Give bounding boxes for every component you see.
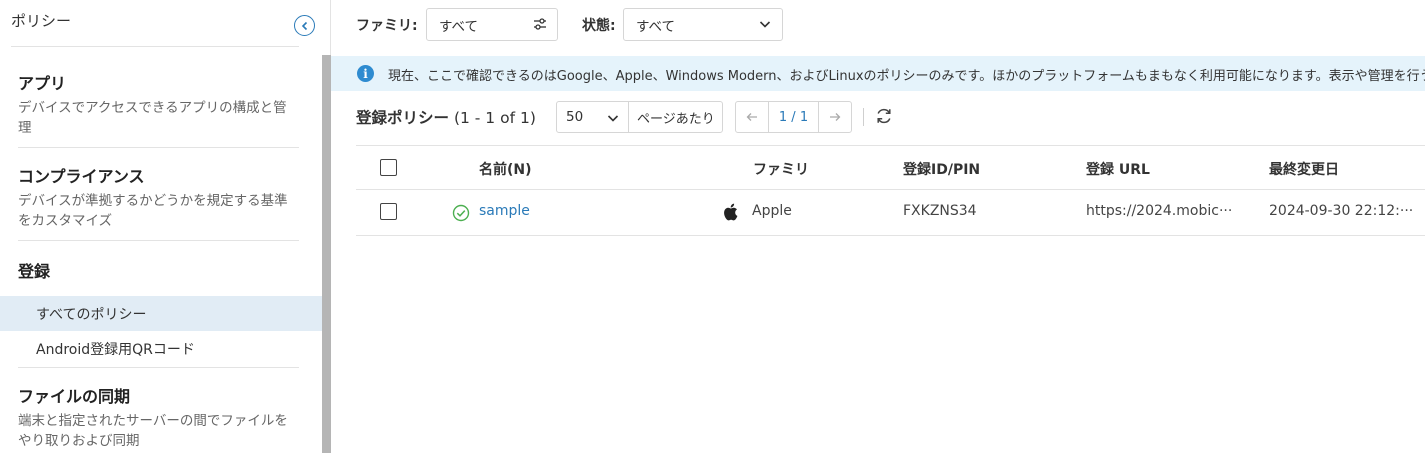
divider bbox=[18, 147, 299, 148]
nav-label: Android登録用QRコード bbox=[36, 341, 195, 358]
policy-url: https://2024.mobic··· bbox=[1086, 203, 1233, 219]
desc-line: やり取りおよび同期 bbox=[18, 433, 140, 449]
desc-line: デバイスが準拠するかどうかを規定する基準 bbox=[18, 193, 288, 209]
section-title: アプリ bbox=[18, 74, 67, 93]
sidebar-section-enrollment[interactable]: 登録 bbox=[18, 258, 300, 282]
nav-label: すべてのポリシー bbox=[36, 306, 147, 323]
next-page-button[interactable] bbox=[818, 102, 851, 132]
filter-sliders-icon bbox=[533, 17, 547, 35]
sidebar-item-all-policies[interactable]: すべてのポリシー bbox=[0, 296, 322, 331]
section-title: ファイルの同期 bbox=[18, 387, 131, 406]
family-filter-select[interactable]: すべて bbox=[426, 8, 558, 41]
family-filter-value: すべて bbox=[439, 18, 479, 35]
sidebar-section-file-sync[interactable]: ファイルの同期 端末と指定されたサーバーの間でファイルを やり取りおよび同期 bbox=[18, 383, 300, 451]
per-page-control: 50 ページあたり bbox=[556, 101, 723, 133]
desc-line: 端末と指定されたサーバーの間でファイルを bbox=[18, 413, 288, 429]
info-icon: i bbox=[357, 65, 374, 82]
list-title: 登録ポリシー (1 - 1 of 1) bbox=[356, 106, 536, 128]
chevron-left-icon bbox=[301, 21, 307, 30]
column-header-family[interactable]: ファミリ bbox=[753, 159, 809, 179]
status-ok-icon bbox=[452, 204, 470, 226]
divider bbox=[18, 367, 299, 368]
sidebar: ポリシー アプリ デバイスでアクセスできるアプリの構成と管 理 コンプライアンス… bbox=[0, 0, 331, 453]
list-toolbar: 登録ポリシー (1 - 1 of 1) 50 ページあたり 1 / 1 bbox=[331, 100, 1425, 133]
family-filter-label: ファミリ: bbox=[356, 18, 418, 34]
sidebar-item-android-qr[interactable]: Android登録用QRコード bbox=[0, 331, 322, 366]
chevron-down-icon bbox=[606, 111, 620, 129]
toolbar-separator bbox=[863, 108, 864, 126]
column-header-url[interactable]: 登録 URL bbox=[1086, 159, 1150, 179]
per-page-value: 50 bbox=[566, 109, 584, 125]
per-page-select[interactable]: 50 bbox=[557, 102, 629, 132]
section-title: コンプライアンス bbox=[18, 167, 145, 186]
prev-page-button[interactable] bbox=[736, 102, 769, 132]
filter-bar: ファミリ: すべて 状態: すべて bbox=[331, 0, 1425, 48]
state-filter-label: 状態: bbox=[582, 18, 616, 34]
arrow-right-icon bbox=[830, 113, 841, 121]
section-desc: 端末と指定されたサーバーの間でファイルを やり取りおよび同期 bbox=[18, 411, 300, 451]
chevron-down-icon bbox=[758, 17, 772, 35]
policy-modified: 2024-09-30 22:12:··· bbox=[1269, 203, 1414, 219]
desc-line: 理 bbox=[18, 120, 32, 136]
apple-icon bbox=[722, 203, 738, 225]
policy-name-link[interactable]: sample bbox=[479, 203, 530, 219]
divider bbox=[11, 46, 299, 47]
section-desc: デバイスが準拠するかどうかを規定する基準 をカスタマイズ bbox=[18, 191, 300, 231]
sidebar-section-compliance[interactable]: コンプライアンス デバイスが準拠するかどうかを規定する基準 をカスタマイズ bbox=[18, 163, 300, 231]
column-header-id-pin[interactable]: 登録ID/PIN bbox=[903, 159, 980, 179]
state-filter-value: すべて bbox=[636, 18, 676, 35]
page-indicator: 1 / 1 bbox=[778, 109, 809, 125]
policy-family: Apple bbox=[752, 203, 792, 219]
table-row[interactable]: sample Apple FXKZNS34 https://2024.mobic… bbox=[356, 190, 1425, 236]
column-header-modified[interactable]: 最終変更日 bbox=[1269, 159, 1339, 179]
desc-line: をカスタマイズ bbox=[18, 213, 113, 229]
sidebar-scrollbar[interactable] bbox=[322, 55, 331, 453]
table-header: 名前(N) ファミリ 登録ID/PIN 登録 URL 最終変更日 bbox=[356, 145, 1425, 190]
info-banner-text: 現在、ここで確認できるのはGoogle、Apple、Windows Modern… bbox=[388, 69, 1425, 84]
collapse-sidebar-button[interactable] bbox=[294, 15, 315, 36]
list-title-text: 登録ポリシー bbox=[356, 109, 450, 127]
pagination: 1 / 1 bbox=[735, 101, 852, 133]
refresh-button[interactable] bbox=[874, 106, 894, 130]
divider bbox=[18, 240, 299, 241]
section-title: 登録 bbox=[18, 262, 51, 281]
list-count: (1 - 1 of 1) bbox=[453, 109, 536, 127]
row-checkbox[interactable] bbox=[380, 203, 397, 220]
info-banner: i 現在、ここで確認できるのはGoogle、Apple、Windows Mode… bbox=[331, 56, 1425, 91]
section-desc: デバイスでアクセスできるアプリの構成と管 理 bbox=[18, 98, 300, 138]
policy-id-pin: FXKZNS34 bbox=[903, 203, 977, 219]
arrow-left-icon bbox=[746, 113, 757, 121]
refresh-icon bbox=[877, 108, 891, 124]
select-all-checkbox[interactable] bbox=[380, 159, 397, 176]
main-content: ファミリ: すべて 状態: すべて i 現在、ここで確認できるのはGoogle、… bbox=[331, 0, 1425, 453]
desc-line: デバイスでアクセスできるアプリの構成と管 bbox=[18, 100, 287, 116]
per-page-label: ページあたり bbox=[637, 111, 715, 127]
column-header-name[interactable]: 名前(N) bbox=[479, 159, 532, 179]
sidebar-title: ポリシー bbox=[11, 12, 72, 30]
sidebar-section-apps[interactable]: アプリ デバイスでアクセスできるアプリの構成と管 理 bbox=[18, 70, 300, 138]
state-filter-select[interactable]: すべて bbox=[623, 8, 783, 41]
